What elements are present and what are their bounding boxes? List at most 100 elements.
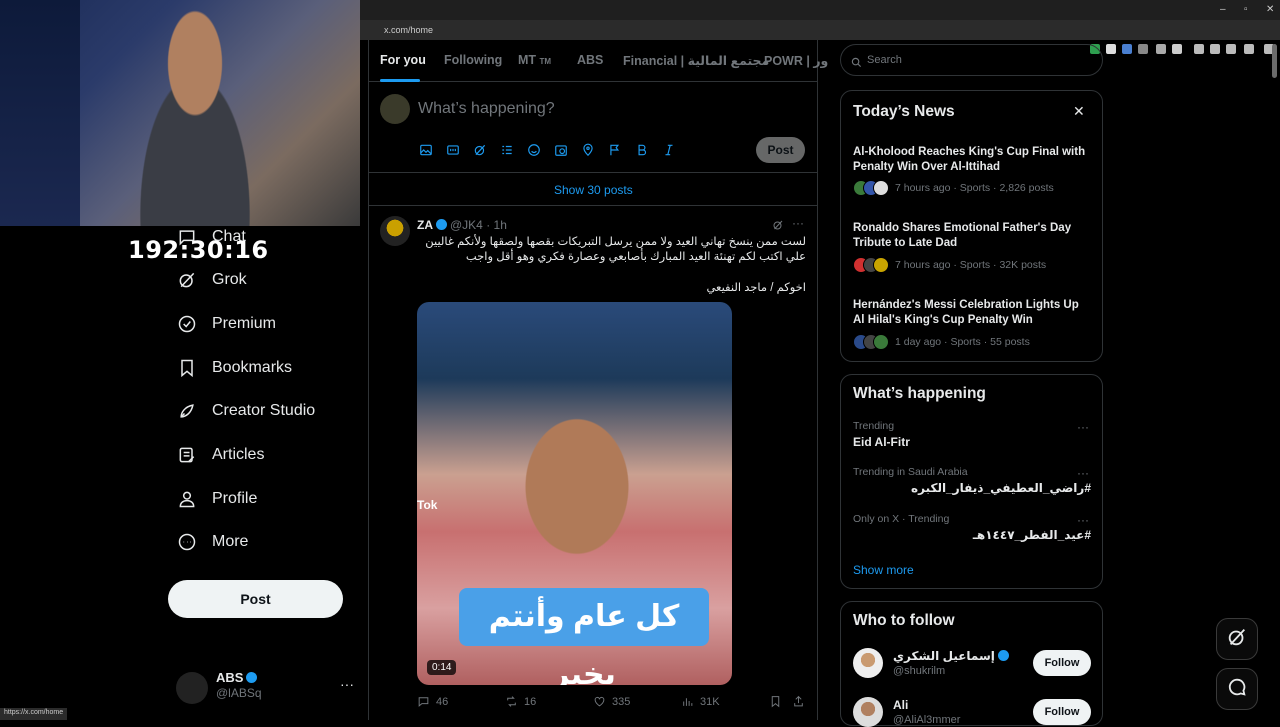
whats-happening-card: What’s happening Trending Eid Al-Fitr ··… [840,374,1103,589]
trend-topic[interactable]: #عيد_الفطر_١٤٤٧هـ [853,528,1091,542]
sidebar-item-label: Profile [212,490,258,507]
reply-count: 46 [436,695,449,708]
compose-input[interactable]: What’s happening? [418,100,555,118]
search-icon [851,55,862,68]
sidebar-item-premium[interactable]: Premium [176,309,276,339]
show-posts-link[interactable]: Show 30 posts [554,183,633,197]
minimize-icon[interactable]: – [1220,4,1226,15]
sidebar-item-creator-studio[interactable]: Creator Studio [176,396,315,426]
sidebar-item-label: Creator Studio [212,402,316,419]
tab-powr[interactable]: POWR | ور [764,53,828,68]
reply-button[interactable]: 46 [417,695,448,708]
news-meta: 7 hours ago · Sports · 32K posts [895,259,1047,271]
timeline-tabs: For you Following MT TM ABS Financial | … [368,40,828,82]
sidebar-item-grok[interactable]: Grok [176,265,247,295]
extension-icon[interactable] [1122,44,1132,54]
webcam-background [0,0,80,226]
follow-user-handle: @shukrilm [893,665,946,677]
follow-user-name[interactable]: إسماعيل الشكري [893,649,1009,663]
grok-icon[interactable] [473,143,487,157]
account-more-icon[interactable]: ··· [340,676,354,692]
italic-icon[interactable] [662,143,676,157]
sidebar-item-more[interactable]: More [176,527,248,557]
tweet-author-name[interactable]: ZA [417,218,447,232]
tweet-more-icon[interactable]: ··· [792,216,804,230]
trend-topic[interactable]: Eid Al-Fitr [853,435,1091,449]
extension-icon[interactable] [1210,44,1220,54]
follow-user-name[interactable]: Ali [893,698,908,712]
trend-topic[interactable]: #راضي_العطيفي_ذيفار_الكبره [853,481,1091,495]
sidebar-item-label: Chat [212,228,246,245]
more-icon [176,531,198,553]
wallet-icon[interactable] [1244,44,1254,54]
views-button[interactable]: 31K [681,695,720,708]
tweet-video[interactable]: Tok كل عام وأنتم بخير 0:14 [417,302,732,685]
sidebar-item-label: More [212,533,249,550]
poll-icon[interactable] [500,143,514,157]
trend-more-icon[interactable]: ··· [1077,420,1089,434]
sidebar-item-articles[interactable]: Articles [176,440,264,470]
account-switcher[interactable]: ABS @lABSq ··· [176,666,356,706]
card-title: Who to follow [853,612,955,629]
share-icon[interactable] [792,695,811,708]
sidebar-item-bookmarks[interactable]: Bookmarks [176,353,292,383]
restore-icon[interactable]: ▫ [1244,4,1248,15]
extension-icon[interactable] [1138,44,1148,54]
sidebar-item-profile[interactable]: Profile [176,484,257,514]
extension-icon[interactable] [1172,44,1182,54]
follow-button[interactable]: Follow [1033,699,1091,725]
show-more-link[interactable]: Show more [853,563,914,577]
extension-icon[interactable] [1156,44,1166,54]
avatar [176,672,208,704]
grok-icon[interactable] [772,218,784,230]
flag-icon[interactable] [608,143,622,157]
like-count: 335 [612,695,631,708]
sidebar-toggle-icon[interactable] [1194,44,1204,54]
news-meta: 1 day ago · Sports · 55 posts [895,336,1030,348]
bookmark-icon [176,357,198,379]
avatar[interactable] [853,648,883,678]
tweet-author-handle[interactable]: @JK4 · 1h [450,218,507,232]
emoji-icon[interactable] [527,143,541,157]
messages-floating-button[interactable] [1216,668,1258,710]
grok-floating-button[interactable] [1216,618,1258,660]
gif-icon[interactable] [446,143,460,157]
bold-icon[interactable] [635,143,649,157]
address-bar[interactable]: x.com/home [366,23,906,37]
like-button[interactable]: 335 [593,695,630,708]
schedule-icon[interactable] [554,143,568,157]
follow-button[interactable]: Follow [1033,650,1091,676]
tab-following[interactable]: Following [444,53,502,67]
tab-for-you[interactable]: For you [380,53,426,67]
sidebar-item-chat[interactable]: Chat [176,222,246,252]
avatar[interactable] [853,697,883,727]
tab-mt[interactable]: MT TM [518,53,551,67]
repost-count: 16 [524,695,537,708]
news-headline[interactable]: Ronaldo Shares Emotional Father's Day Tr… [853,221,1093,251]
news-avatars [853,334,889,350]
tab-abs[interactable]: ABS [577,53,603,67]
verified-icon [997,650,1009,661]
extension-icon[interactable] [1226,44,1236,54]
search-input[interactable]: Search [840,44,1103,76]
compose-post-button[interactable]: Post [756,137,805,163]
scrollbar[interactable] [1272,44,1277,78]
repost-button[interactable]: 16 [505,695,536,708]
post-button[interactable]: Post [168,580,343,618]
image-icon[interactable] [419,143,433,157]
news-headline[interactable]: Al-Kholood Reaches King's Cup Final with… [853,145,1093,175]
tab-financial[interactable]: Financial | مجتمع المالية [623,53,769,68]
avatar[interactable] [380,216,410,246]
sidebar-item-label: Grok [212,271,247,288]
trend-more-icon[interactable]: ··· [1077,466,1089,480]
close-icon[interactable]: ✕ [1073,103,1085,120]
news-headline[interactable]: Hernández's Messi Celebration Lights Up … [853,298,1093,328]
extension-icon[interactable] [1106,44,1116,54]
bookmark-icon[interactable] [769,695,788,708]
news-meta: 7 hours ago · Sports · 2,826 posts [895,182,1054,194]
verified-icon [246,672,258,683]
account-name-text: ABS [216,670,244,685]
trend-more-icon[interactable]: ··· [1077,513,1089,527]
location-icon[interactable] [581,143,595,157]
close-window-icon[interactable]: ✕ [1266,4,1274,15]
